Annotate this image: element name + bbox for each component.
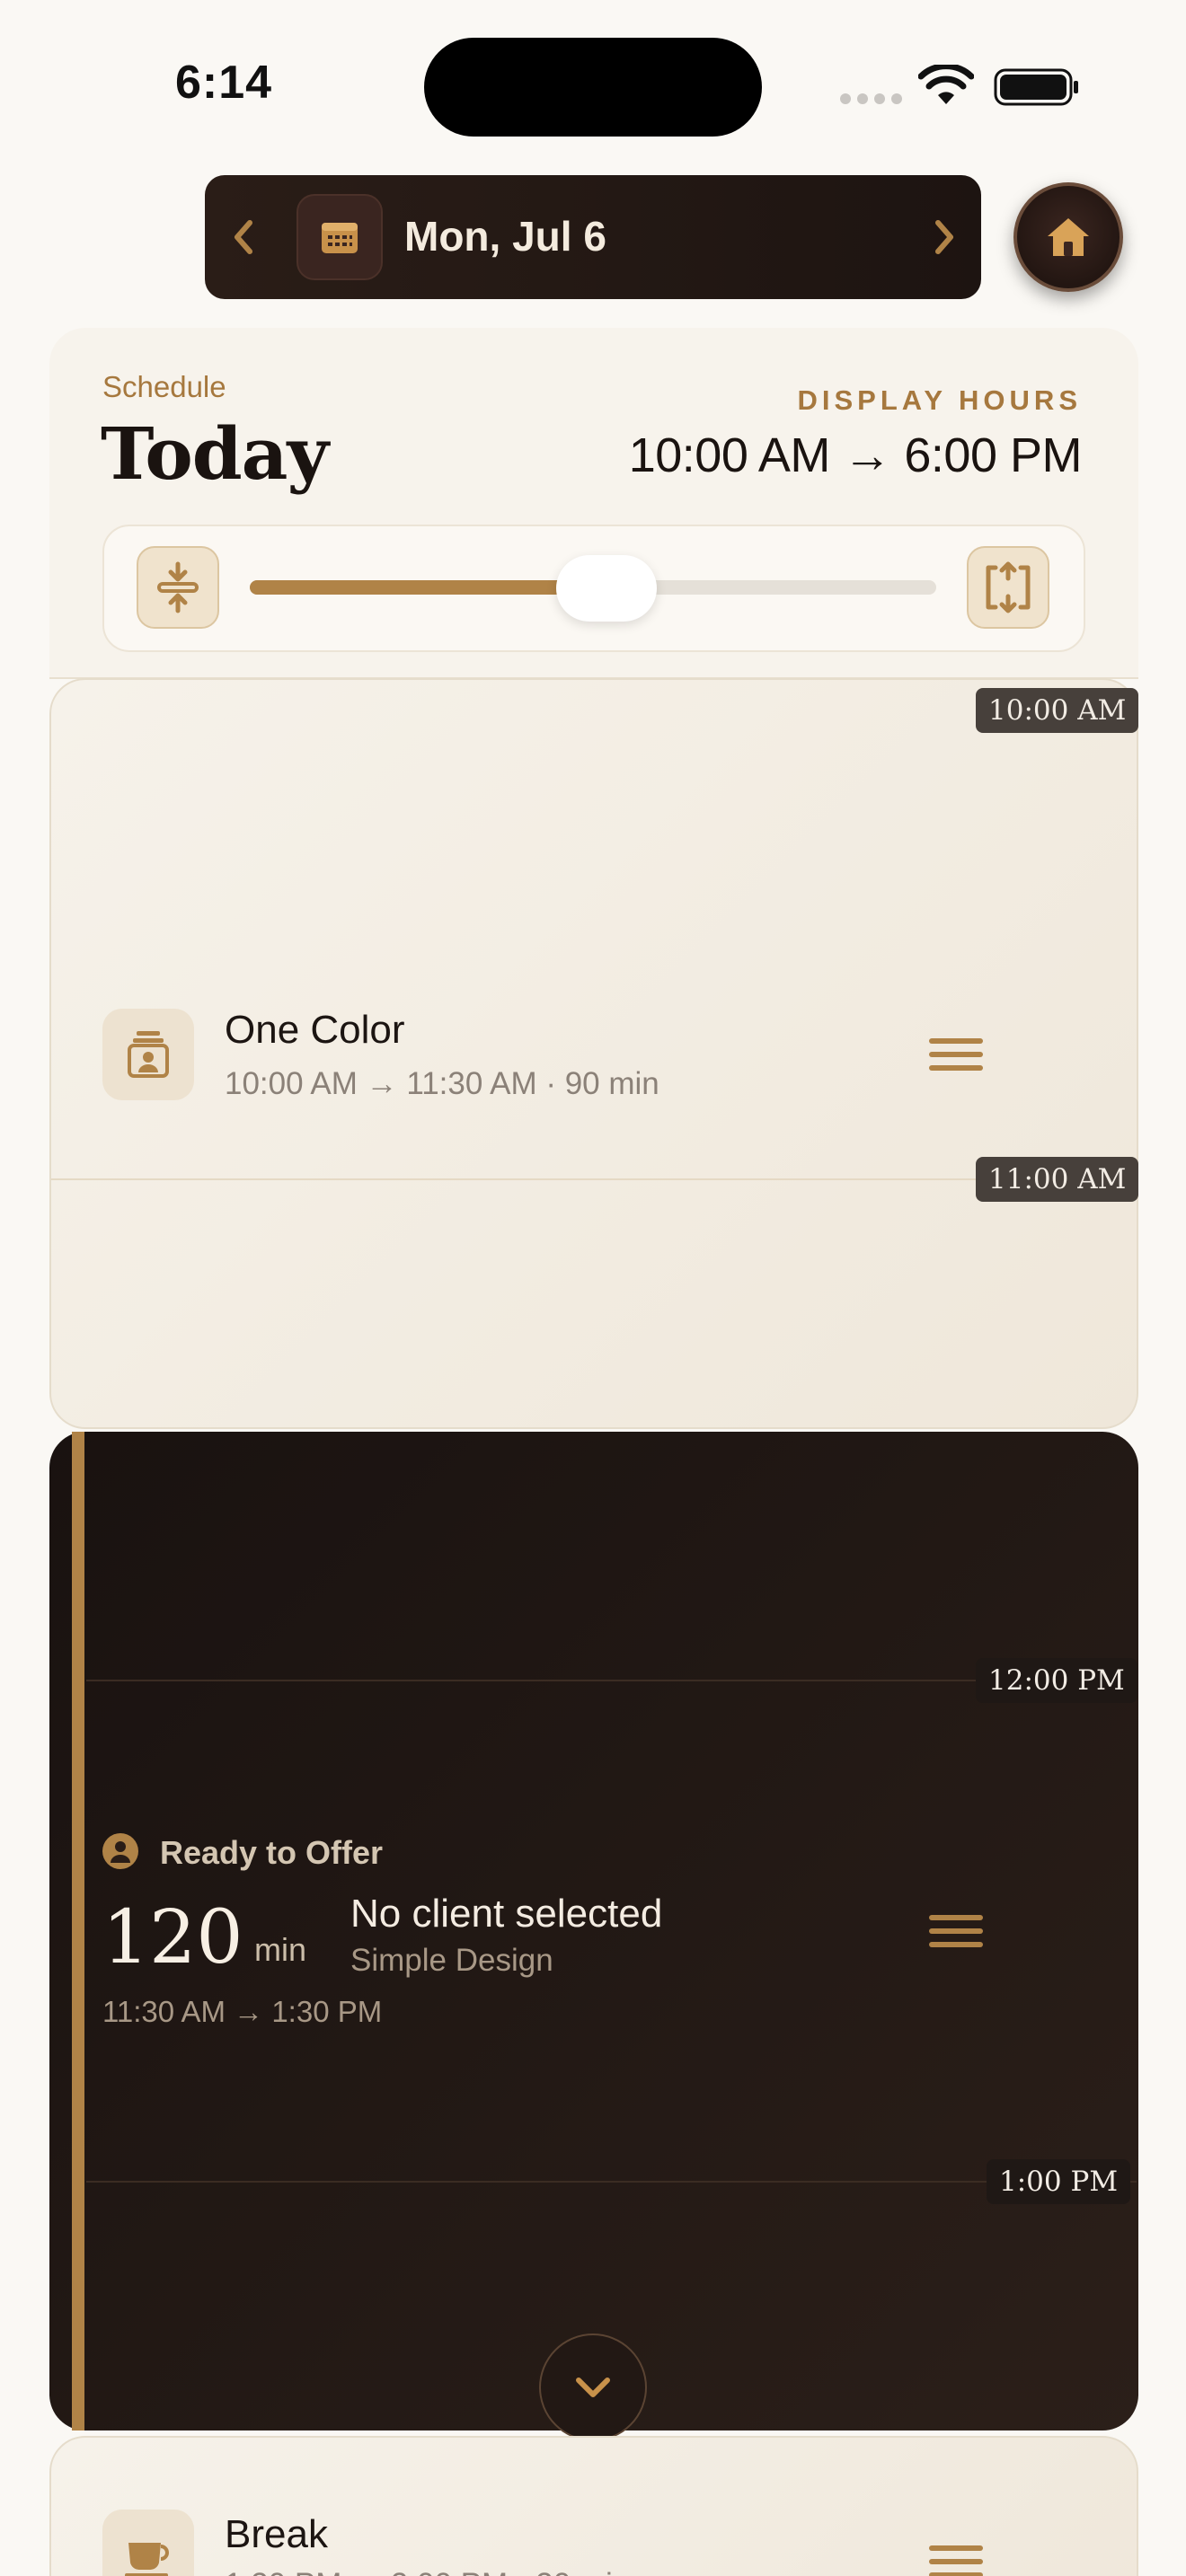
expand-icon [986, 561, 1031, 613]
calendar-picker-button[interactable] [296, 194, 383, 280]
status-time: 6:14 [175, 57, 273, 109]
hour-marker-11am: 11:00 AM [976, 1157, 1139, 1202]
zoom-slider-fill [250, 580, 607, 595]
chevron-down-icon [576, 2378, 610, 2397]
page-title: Today [101, 411, 329, 496]
coffee-cup-icon [125, 2543, 169, 2576]
drag-handle-icon[interactable] [929, 1038, 983, 1071]
event-title: Break [225, 2512, 328, 2556]
hour-marker-10am: 10:00 AM [976, 688, 1139, 733]
person-icon [102, 1833, 138, 1869]
duration-unit: min [254, 1931, 307, 1968]
selected-date[interactable]: Mon, Jul 6 [404, 212, 606, 260]
section-label: Schedule [102, 370, 226, 403]
event-icon [102, 2510, 194, 2576]
chevron-left-icon [235, 220, 252, 254]
drag-handle-icon[interactable] [929, 1915, 983, 1947]
scroll-down-button[interactable] [539, 2333, 647, 2441]
hour-marker-12pm: 12:00 PM [976, 1658, 1137, 1703]
battery-icon [994, 68, 1078, 106]
calendar-icon [322, 223, 358, 253]
hour-gridline [86, 2181, 1137, 2183]
event-time-meta: 1:30 PM → 2:00 PM · 30 min [225, 2567, 630, 2576]
cellular-signal-icon [840, 93, 902, 104]
compress-icon [157, 561, 199, 613]
event-title: One Color [225, 1008, 405, 1052]
drag-handle-icon[interactable] [929, 2545, 983, 2576]
hour-gridline [51, 1178, 1137, 1180]
compress-timeline-button[interactable] [137, 546, 219, 629]
expand-timeline-button[interactable] [967, 546, 1049, 629]
service-name: Simple Design [350, 1943, 553, 1978]
zoom-slider-thumb[interactable] [556, 555, 658, 622]
previous-day-button[interactable] [221, 203, 266, 271]
event-status: Ready to Offer [160, 1834, 384, 1871]
hour-marker-1pm: 1:00 PM [987, 2159, 1131, 2204]
dynamic-island [424, 38, 762, 137]
display-hours-range[interactable]: 10:00 AM → 6:00 PM [629, 428, 1083, 483]
event-time-range: 11:30 AM → 1:30 PM [102, 1995, 383, 2028]
home-icon [1048, 218, 1089, 256]
event-icon [102, 1009, 194, 1100]
wifi-icon [918, 65, 974, 104]
client-name[interactable]: No client selected [350, 1892, 662, 1936]
client-card-icon [128, 1031, 169, 1078]
chevron-right-icon [935, 220, 953, 254]
duration-value: 120 [102, 1895, 243, 1981]
event-accent-bar [72, 1432, 84, 2430]
display-hours-label: DISPLAY HOURS [797, 384, 1082, 416]
next-day-button[interactable] [922, 203, 967, 271]
event-time-meta: 10:00 AM → 11:30 AM · 90 min [225, 1066, 659, 1101]
home-button[interactable] [1013, 182, 1123, 292]
